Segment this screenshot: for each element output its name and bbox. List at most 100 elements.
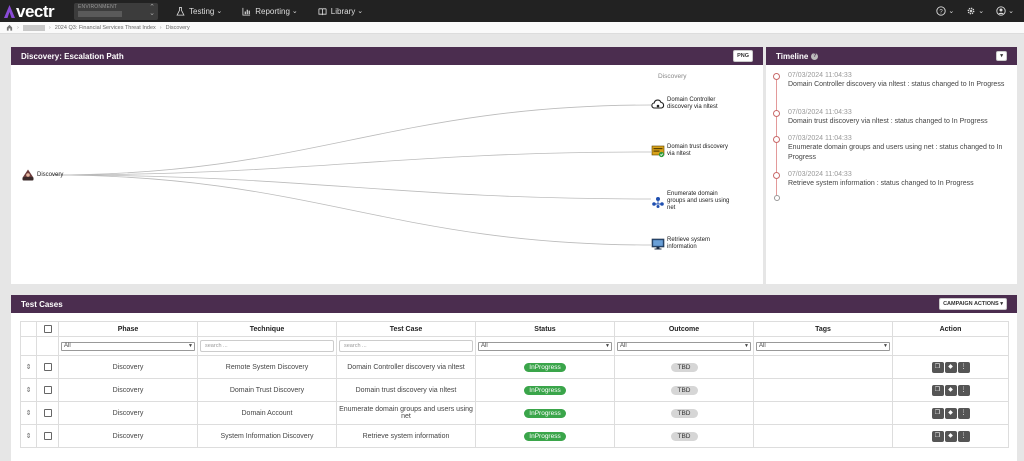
outcome-filter-select[interactable]: All ▼ xyxy=(617,341,751,351)
tag-icon[interactable]: ◆ xyxy=(944,384,957,396)
nav-reporting[interactable]: Reporting ⌄ xyxy=(242,7,298,16)
timeline-time: 07/03/2024 11:04:33 xyxy=(788,109,852,116)
test-case-search-input[interactable]: search ... xyxy=(339,340,473,352)
column-header-outcome[interactable]: Outcome xyxy=(614,321,754,337)
table-row[interactable]: ⇕ Discovery System Information Discovery… xyxy=(20,424,1009,448)
column-header-tags[interactable]: Tags xyxy=(753,321,893,337)
monitor-icon xyxy=(651,238,665,250)
phase-filter-select[interactable]: All ▼ xyxy=(61,341,195,351)
nav-testing[interactable]: Testing ⌄ xyxy=(176,7,222,16)
drag-handle-icon[interactable]: ⇕ xyxy=(26,363,32,371)
cell-test-case[interactable]: Domain Controller discovery via nltest xyxy=(336,355,476,379)
nav-testing-label: Testing xyxy=(189,6,215,16)
timeline-text: Domain trust discovery via nltest : stat… xyxy=(788,118,988,125)
breadcrumb-redacted[interactable] xyxy=(22,24,45,31)
drag-handle-icon[interactable]: ⇕ xyxy=(26,386,32,394)
user-menu[interactable]: ⌄ xyxy=(996,6,1014,16)
column-header-status[interactable]: Status xyxy=(475,321,615,337)
png-export-button[interactable]: PNG xyxy=(733,50,753,62)
timeline-dot xyxy=(773,172,780,179)
select-all-checkbox[interactable] xyxy=(43,325,52,333)
breadcrumb-current: Discovery xyxy=(165,24,190,31)
technique-search-input[interactable]: search ... xyxy=(200,340,334,352)
timeline-time: 07/03/2024 11:04:33 xyxy=(788,135,852,142)
tag-icon[interactable]: ◆ xyxy=(944,361,957,373)
graph-edge xyxy=(50,174,652,200)
tag-icon[interactable]: ◆ xyxy=(944,430,957,442)
outcome-badge: TBD xyxy=(670,362,698,372)
timeline-dot xyxy=(773,136,780,143)
nav-library[interactable]: Library ⌄ xyxy=(318,7,363,16)
select-all-cell xyxy=(36,321,59,337)
more-icon[interactable]: ⋮ xyxy=(957,407,970,419)
graph-edge xyxy=(50,174,652,246)
drag-handle-icon[interactable]: ⇕ xyxy=(26,409,32,417)
cell-test-case[interactable]: Domain trust discovery via nltest xyxy=(336,378,476,402)
tags-filter-select[interactable]: All ▼ xyxy=(756,341,890,351)
row-checkbox[interactable] xyxy=(43,409,52,417)
row-checkbox[interactable] xyxy=(43,432,52,440)
logo-icon xyxy=(4,4,15,18)
home-icon[interactable] xyxy=(6,24,13,31)
timeline-dot xyxy=(773,110,780,117)
breadcrumb-campaign[interactable]: 2024 Q3: Financial Services Threat Index xyxy=(55,25,156,31)
table-header-row: Phase Technique Test Case Status Outcome… xyxy=(20,321,1009,337)
status-filter-value: All xyxy=(481,343,488,349)
graph-node[interactable]: Enumerate domain groups and users using … xyxy=(651,191,737,212)
column-header-technique[interactable]: Technique xyxy=(197,321,337,337)
status-filter-select[interactable]: All ▼ xyxy=(478,341,612,351)
info-icon[interactable]: ? xyxy=(811,52,819,60)
cell-technique: Domain Account xyxy=(197,401,337,425)
timeline-time: 07/03/2024 11:04:33 xyxy=(788,72,852,79)
outcome-badge: TBD xyxy=(670,431,698,441)
graph-node-root[interactable]: Discovery xyxy=(21,168,63,182)
chevron-down-icon: ⌄ xyxy=(357,8,364,15)
campaign-actions-button[interactable]: CAMPAIGN ACTIONS ▾ xyxy=(939,298,1007,310)
escalation-path-panel: Discovery: Escalation Path PNG Discovery… xyxy=(11,47,763,284)
tag-icon[interactable]: ◆ xyxy=(944,407,957,419)
book-icon xyxy=(318,7,327,15)
cell-tags xyxy=(753,355,893,379)
cell-tags xyxy=(753,378,893,402)
cell-test-case[interactable]: Retrieve system information xyxy=(336,424,476,448)
timeline-dropdown-button[interactable]: ▾ xyxy=(996,51,1007,61)
help-menu[interactable]: ? ⌄ xyxy=(936,6,954,16)
drag-handle-icon[interactable]: ⇕ xyxy=(26,432,32,440)
table-row[interactable]: ⇕ Discovery Domain Trust Discovery Domai… xyxy=(20,378,1009,402)
test-cases-header: Test Cases CAMPAIGN ACTIONS ▾ xyxy=(11,295,1017,313)
cell-technique: Domain Trust Discovery xyxy=(197,378,337,402)
timeline-end-dot xyxy=(774,195,780,201)
settings-menu[interactable]: ⌄ xyxy=(966,6,984,16)
table-row[interactable]: ⇕ Discovery Domain Account Enumerate dom… xyxy=(20,401,1009,425)
app-name: vectr xyxy=(16,1,55,21)
outcome-badge: TBD xyxy=(670,385,698,395)
cell-test-case[interactable]: Enumerate domain groups and users using … xyxy=(336,401,476,425)
graph-node[interactable]: Domain Controller discovery via nltest xyxy=(651,97,729,111)
copy-icon[interactable]: ❐ xyxy=(931,384,944,396)
column-header-phase[interactable]: Phase xyxy=(58,321,198,337)
environment-select[interactable]: ENVIRONMENT ⌃ ⌄ xyxy=(74,2,158,20)
copy-icon[interactable]: ❐ xyxy=(931,361,944,373)
graph-node[interactable]: Domain trust discovery via nltest xyxy=(651,144,733,158)
more-icon[interactable]: ⋮ xyxy=(957,361,970,373)
row-checkbox[interactable] xyxy=(43,386,52,394)
app-logo[interactable]: vectr xyxy=(4,3,66,20)
test-cases-panel: Test Cases CAMPAIGN ACTIONS ▾ Phase Tech… xyxy=(11,295,1017,461)
chevron-down-icon: ⌄ xyxy=(1008,8,1014,15)
filter-row: All ▼ search ... search ... All ▼ All ▼ All… xyxy=(20,336,1009,356)
graph-node[interactable]: Retrieve system information xyxy=(651,237,727,251)
status-badge: InProgress xyxy=(524,408,566,418)
row-checkbox[interactable] xyxy=(43,363,52,371)
more-icon[interactable]: ⋮ xyxy=(957,384,970,396)
cell-technique: System Information Discovery xyxy=(197,424,337,448)
timeline-entry: 07/03/2024 11:04:33 Retrieve system info… xyxy=(772,171,1012,189)
more-icon[interactable]: ⋮ xyxy=(957,430,970,442)
copy-icon[interactable]: ❐ xyxy=(931,430,944,442)
column-header-test-case[interactable]: Test Case xyxy=(336,321,476,337)
copy-icon[interactable]: ❐ xyxy=(931,407,944,419)
table-row[interactable]: ⇕ Discovery Remote System Discovery Doma… xyxy=(20,355,1009,379)
timeline-entry: 07/03/2024 11:04:33 Domain trust discove… xyxy=(772,109,1012,127)
status-badge: InProgress xyxy=(524,362,566,372)
outcome-badge: TBD xyxy=(670,408,698,418)
chevron-down-icon: ▾ xyxy=(1000,53,1003,59)
